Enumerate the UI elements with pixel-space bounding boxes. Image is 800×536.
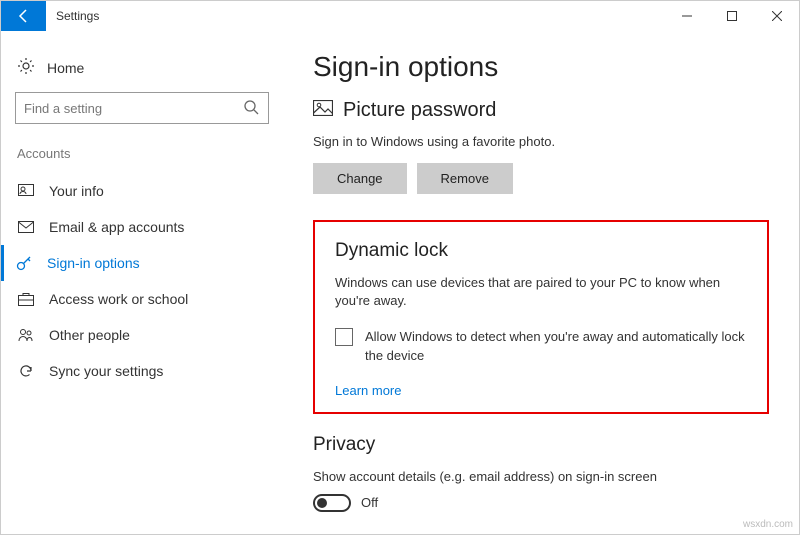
picture-password-label: Picture password	[343, 99, 496, 122]
dynamic-lock-desc: Windows can use devices that are paired …	[335, 274, 747, 310]
sidebar-item-label: Sync your settings	[49, 363, 163, 379]
person-card-icon	[17, 184, 35, 198]
home-button[interactable]: Home	[15, 51, 269, 92]
key-icon	[15, 255, 33, 271]
search-input[interactable]	[15, 92, 269, 124]
close-icon	[772, 11, 782, 21]
dynamic-lock-heading: Dynamic lock	[335, 240, 747, 262]
people-icon	[17, 328, 35, 342]
sidebar-item-label: Access work or school	[49, 291, 188, 307]
mail-icon	[17, 221, 35, 233]
gear-icon	[17, 57, 35, 78]
sidebar-item-label: Email & app accounts	[49, 219, 184, 235]
change-button[interactable]: Change	[313, 163, 407, 194]
sidebar-item-sync-settings[interactable]: Sync your settings	[15, 353, 269, 389]
sidebar-item-label: Sign-in options	[47, 255, 140, 271]
sidebar-item-label: Your info	[49, 183, 104, 199]
sidebar: Home Accounts Your info Email & app acco…	[1, 31, 283, 536]
maximize-icon	[727, 11, 737, 21]
sidebar-item-email-accounts[interactable]: Email & app accounts	[15, 209, 269, 245]
dynamic-lock-checkbox[interactable]	[335, 328, 353, 346]
sidebar-item-label: Other people	[49, 327, 130, 343]
minimize-button[interactable]	[664, 1, 709, 31]
dynamic-lock-section: Dynamic lock Windows can use devices tha…	[313, 220, 769, 414]
privacy-section: Privacy Show account details (e.g. email…	[313, 434, 769, 512]
privacy-desc: Show account details (e.g. email address…	[313, 468, 769, 486]
sidebar-item-sign-in-options[interactable]: Sign-in options	[1, 245, 269, 281]
group-label: Accounts	[15, 146, 269, 161]
window-controls	[664, 1, 799, 31]
remove-button[interactable]: Remove	[417, 163, 513, 194]
content-area: Sign-in options Picture password Sign in…	[283, 31, 799, 536]
privacy-toggle[interactable]	[313, 494, 351, 512]
picture-password-heading: Picture password	[313, 99, 769, 122]
arrow-left-icon	[16, 8, 32, 24]
picture-password-desc: Sign in to Windows using a favorite phot…	[313, 134, 769, 149]
watermark: wsxdn.com	[743, 519, 793, 530]
minimize-icon	[682, 11, 692, 21]
picture-icon	[313, 99, 333, 122]
sidebar-item-other-people[interactable]: Other people	[15, 317, 269, 353]
dynamic-lock-checkbox-label: Allow Windows to detect when you're away…	[365, 328, 747, 364]
titlebar: Settings	[1, 1, 799, 31]
toggle-knob	[317, 498, 327, 508]
window-title: Settings	[46, 1, 99, 31]
home-label: Home	[47, 60, 84, 76]
search-icon	[243, 99, 259, 120]
back-button[interactable]	[1, 1, 46, 31]
briefcase-icon	[17, 292, 35, 306]
close-button[interactable]	[754, 1, 799, 31]
privacy-toggle-label: Off	[361, 495, 378, 510]
privacy-heading: Privacy	[313, 434, 769, 456]
sync-icon	[17, 363, 35, 379]
sidebar-item-your-info[interactable]: Your info	[15, 173, 269, 209]
maximize-button[interactable]	[709, 1, 754, 31]
sidebar-item-access-work-school[interactable]: Access work or school	[15, 281, 269, 317]
page-title: Sign-in options	[313, 51, 769, 83]
learn-more-link[interactable]: Learn more	[335, 383, 747, 398]
